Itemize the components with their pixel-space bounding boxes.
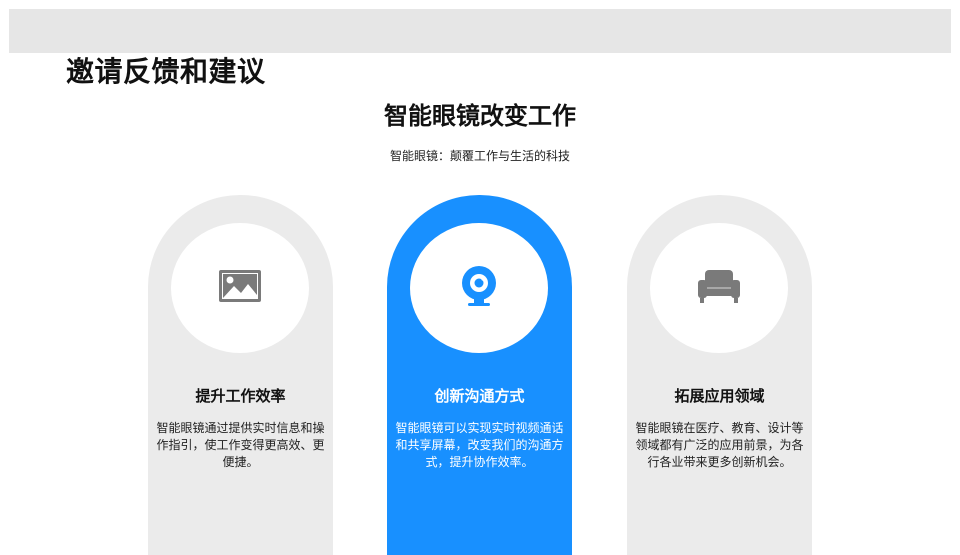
card-title: 创新沟通方式 xyxy=(434,387,525,405)
icon-circle xyxy=(410,223,548,353)
main-heading: 智能眼镜改变工作 xyxy=(384,102,576,130)
feature-card-communication: 创新沟通方式 智能眼镜可以实现实时视频通话和共享屏幕，改变我们的沟通方式，提升协… xyxy=(387,195,572,555)
subheading: 智能眼镜：颠覆工作与生活的科技 xyxy=(389,149,570,163)
card-title: 拓展应用领域 xyxy=(674,387,765,405)
webcam-icon xyxy=(459,265,499,311)
top-banner xyxy=(9,9,951,53)
image-icon xyxy=(218,269,262,307)
card-description: 智能眼镜在医疗、教育、设计等领域都有广泛的应用前景，为各行各业带来更多创新机会。 xyxy=(635,421,804,469)
card-description: 智能眼镜通过提供实时信息和操作指引，使工作变得更高效、更便捷。 xyxy=(156,421,325,469)
page-title: 邀请反馈和建议 xyxy=(66,55,266,88)
feature-card-applications: 拓展应用领域 智能眼镜在医疗、教育、设计等领域都有广泛的应用前景，为各行各业带来… xyxy=(627,195,812,555)
sofa-icon xyxy=(697,268,741,308)
card-description: 智能眼镜可以实现实时视频通话和共享屏幕，改变我们的沟通方式，提升协作效率。 xyxy=(395,421,564,469)
icon-circle xyxy=(171,223,309,353)
feature-card-efficiency: 提升工作效率 智能眼镜通过提供实时信息和操作指引，使工作变得更高效、更便捷。 xyxy=(148,195,333,555)
card-title: 提升工作效率 xyxy=(195,387,286,405)
icon-circle xyxy=(650,223,788,353)
